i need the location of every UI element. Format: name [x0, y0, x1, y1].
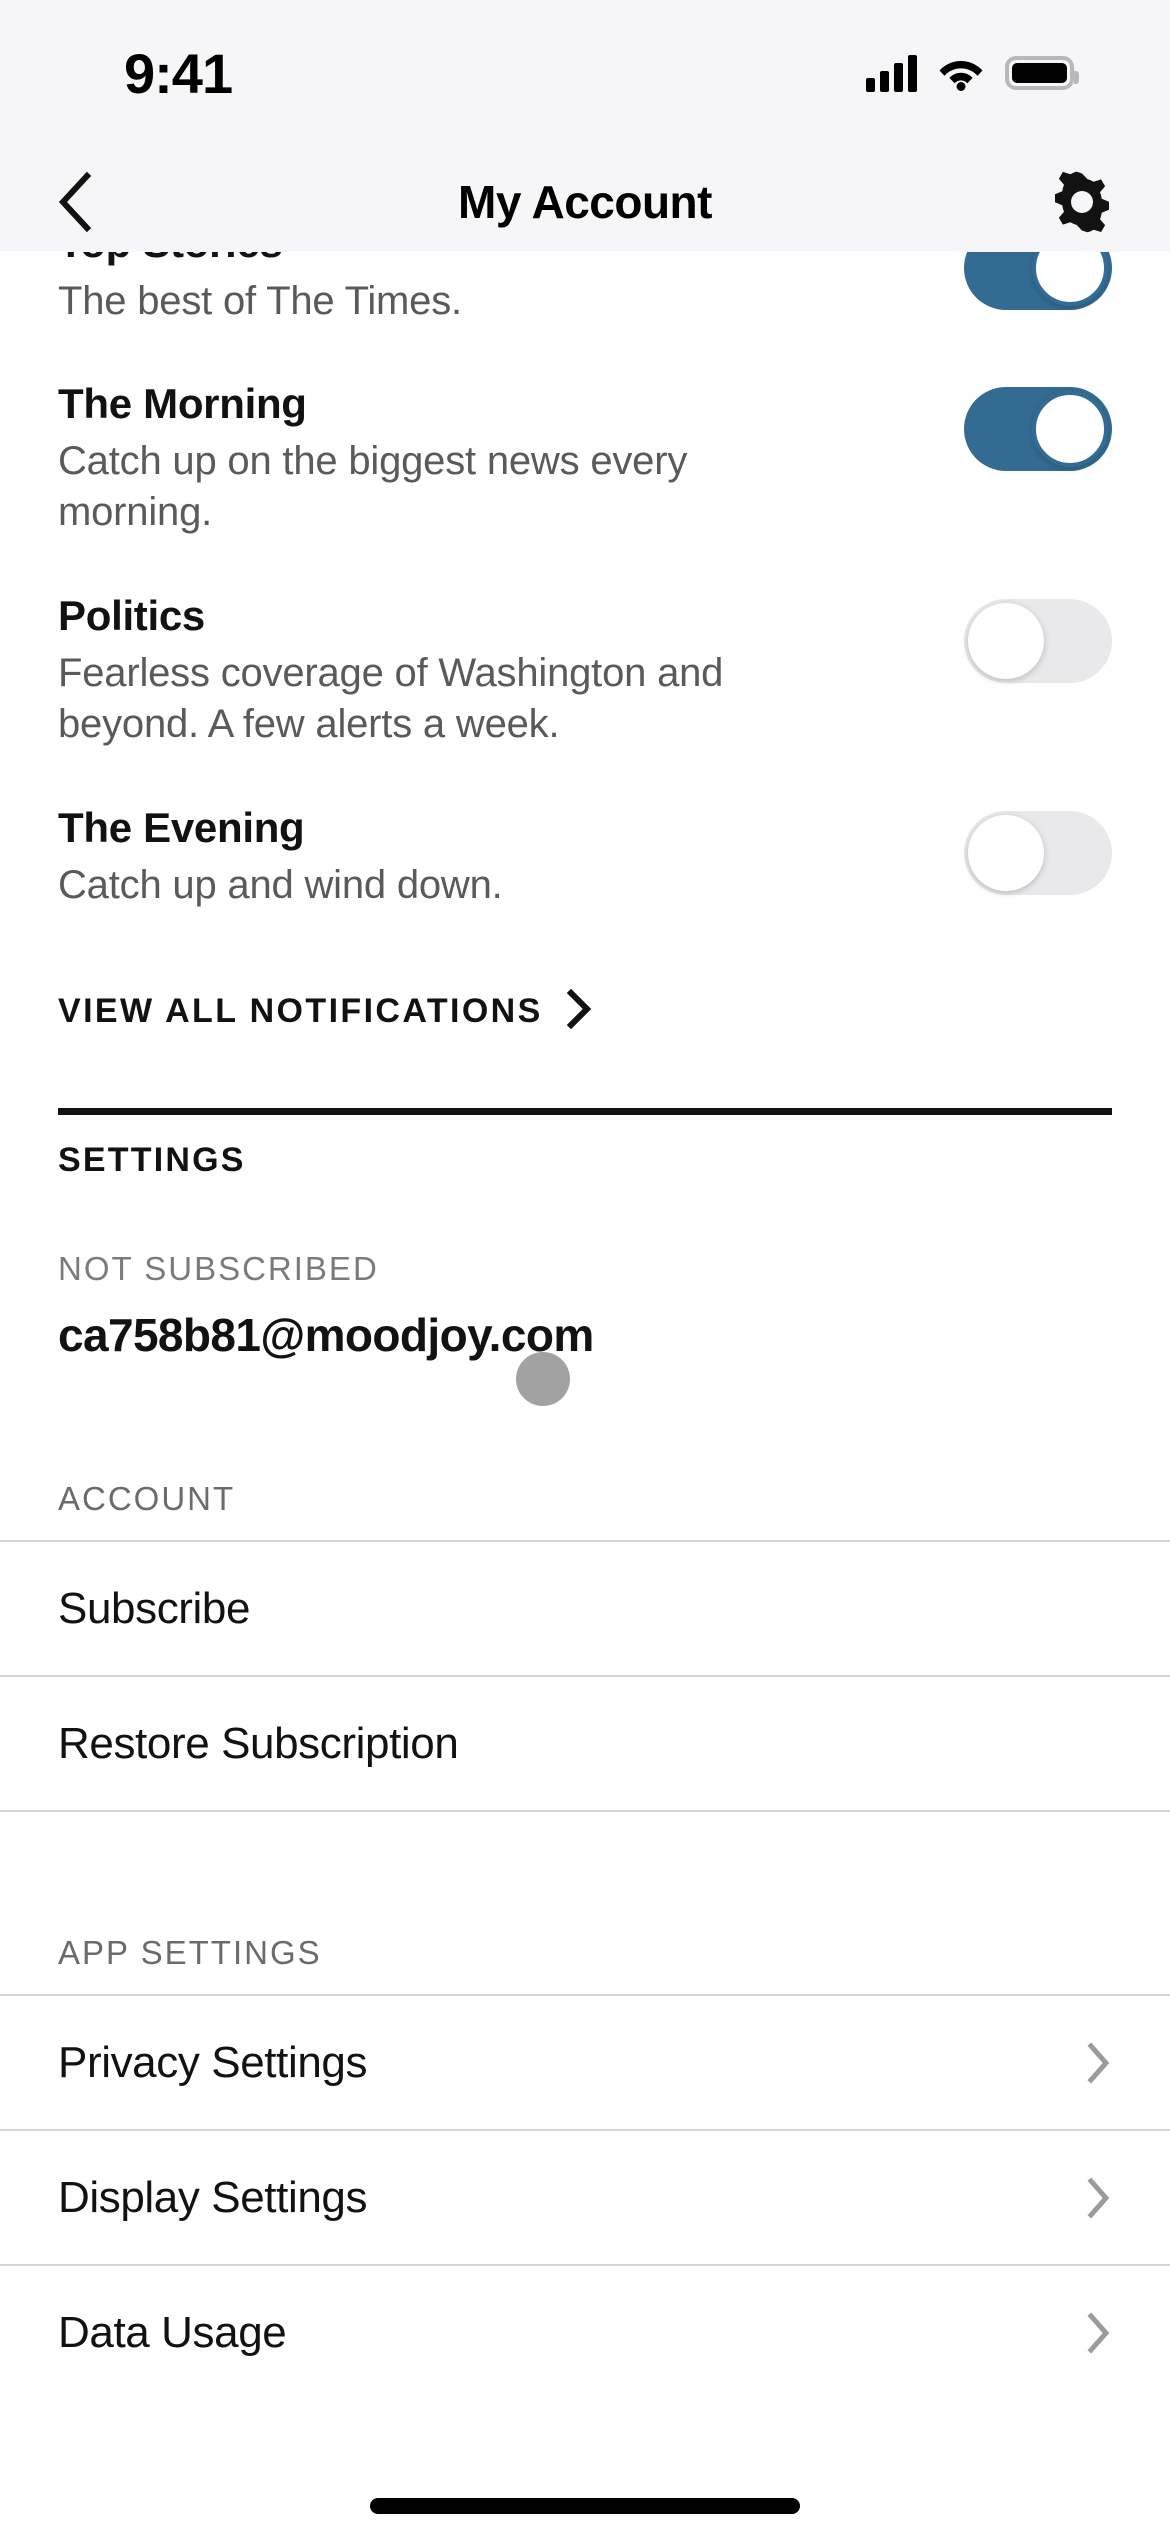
subscription-block: NOT SUBSCRIBED ca758b81@moodjoy.com	[0, 1180, 1170, 1362]
notification-title: The Morning	[58, 379, 307, 427]
notification-toggle[interactable]	[964, 252, 1112, 310]
home-indicator[interactable]	[370, 2498, 800, 2514]
notification-text: Top Stories The best of The Times.	[58, 252, 462, 327]
section-divider-thick	[58, 1108, 1112, 1116]
notification-row: Top Stories The best of The Times.	[58, 252, 1112, 357]
cell-label: Privacy Settings	[58, 2037, 368, 2087]
touch-indicator	[516, 1352, 570, 1406]
chevron-right-icon	[1086, 2041, 1112, 2085]
notification-text: The Morning Catch up on the biggest news…	[58, 379, 818, 539]
cell-label: Restore Subscription	[58, 1718, 459, 1768]
app-settings-group-label: APP SETTINGS	[58, 1934, 322, 1972]
app-settings-row-display-settings[interactable]: Display Settings	[0, 2131, 1170, 2265]
settings-scroll-area[interactable]: Top Stories The best of The Times. The M…	[0, 252, 1170, 2532]
chevron-right-icon	[1086, 2311, 1112, 2355]
notification-description: The best of The Times.	[58, 278, 462, 323]
account-group-label: ACCOUNT	[58, 1480, 236, 1518]
notification-toggle[interactable]	[964, 810, 1112, 895]
notification-text: Politics Fearless coverage of Washington…	[58, 591, 818, 751]
gear-icon[interactable]	[1044, 164, 1120, 240]
account-email: ca758b81@moodjoy.com	[58, 1309, 594, 1362]
notification-toggle[interactable]	[964, 386, 1112, 471]
wifi-icon	[937, 55, 985, 91]
chevron-right-icon	[1086, 2176, 1112, 2220]
cell-label: Display Settings	[58, 2172, 368, 2222]
notification-list: Top Stories The best of The Times. The M…	[0, 252, 1170, 941]
status-bar: 9:41	[0, 0, 1170, 152]
cell-label: Subscribe	[58, 1583, 251, 1633]
notification-row: The Morning Catch up on the biggest news…	[58, 357, 1112, 569]
notification-title: Top Stories	[58, 252, 462, 268]
battery-full-icon	[1005, 56, 1079, 90]
cell-label: Data Usage	[58, 2307, 287, 2357]
settings-heading: SETTINGS	[58, 1141, 246, 1180]
notification-title: The Evening	[58, 803, 305, 851]
notification-toggle[interactable]	[964, 598, 1112, 683]
view-all-notifications-label: VIEW ALL NOTIFICATIONS	[58, 992, 543, 1031]
phone-screen: 9:41 My Account The best of The Times. T…	[0, 0, 1170, 2532]
notification-row: The Evening Catch up and wind down.	[58, 781, 1112, 942]
status-bar-indicators	[866, 54, 1079, 92]
notification-text: The Evening Catch up and wind down.	[58, 803, 503, 912]
subscription-status: NOT SUBSCRIBED	[58, 1250, 379, 1288]
notification-row: Politics Fearless coverage of Washington…	[58, 569, 1112, 781]
page-title: My Account	[458, 176, 712, 228]
notification-description: Catch up on the biggest news every morni…	[58, 439, 688, 535]
cellular-bars-icon	[866, 54, 917, 92]
app-settings-row-privacy-settings[interactable]: Privacy Settings	[0, 1996, 1170, 2130]
status-bar-time: 9:41	[124, 41, 233, 105]
view-all-notifications-link[interactable]: VIEW ALL NOTIFICATIONS	[0, 941, 1170, 1034]
account-row-subscribe[interactable]: Subscribe	[0, 1542, 1170, 1676]
account-row-restore-subscription[interactable]: Restore Subscription	[0, 1677, 1170, 1811]
app-settings-row-data-usage[interactable]: Data Usage	[0, 2266, 1170, 2400]
notification-title: Politics	[58, 591, 205, 639]
chevron-right-icon	[565, 989, 593, 1034]
notification-description: Catch up and wind down.	[58, 863, 503, 908]
navigation-bar: My Account	[0, 152, 1170, 252]
notification-description: Fearless coverage of Washington and beyo…	[58, 651, 724, 747]
